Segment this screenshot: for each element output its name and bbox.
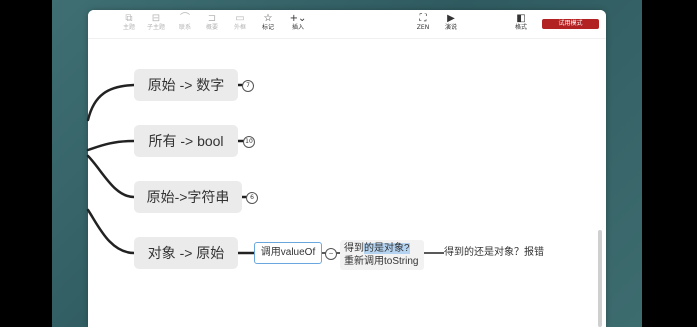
collapsed-count-badge[interactable]: 10 [243,136,255,148]
collapsed-count-badge[interactable]: 7 [242,80,254,92]
vertical-scrollbar[interactable] [598,230,602,327]
branch-line-1 [86,83,136,122]
topic-all-to-bool[interactable]: 所有 -> bool [134,125,238,157]
subtopic-call-valueof[interactable]: 调用valueOf [254,242,322,264]
collapsed-count-badge[interactable]: 6 [246,192,258,204]
topic-object-to-primitive[interactable]: 对象 -> 原始 [134,237,238,269]
connector-lines [86,83,444,255]
topic-primitive-to-number[interactable]: 原始 -> 数字 [134,69,238,101]
subtopic-error[interactable]: 得到的还是对象？报错 [444,246,548,260]
collapse-toggle[interactable]: − [325,248,337,260]
branch-line-3 [86,154,136,199]
branch-line-2 [86,139,136,152]
subtopic-line-2: 重新调用toString [344,256,419,267]
selected-text: 的是对象? [364,243,410,254]
topic-primitive-to-string[interactable]: 原始->字符串 [134,181,242,213]
branch-line-4 [86,208,136,255]
subtopic-got-object[interactable]: 得到的是对象? 重新调用toString [340,240,424,270]
subtopic-line-1: 得到的是对象? [344,243,410,254]
